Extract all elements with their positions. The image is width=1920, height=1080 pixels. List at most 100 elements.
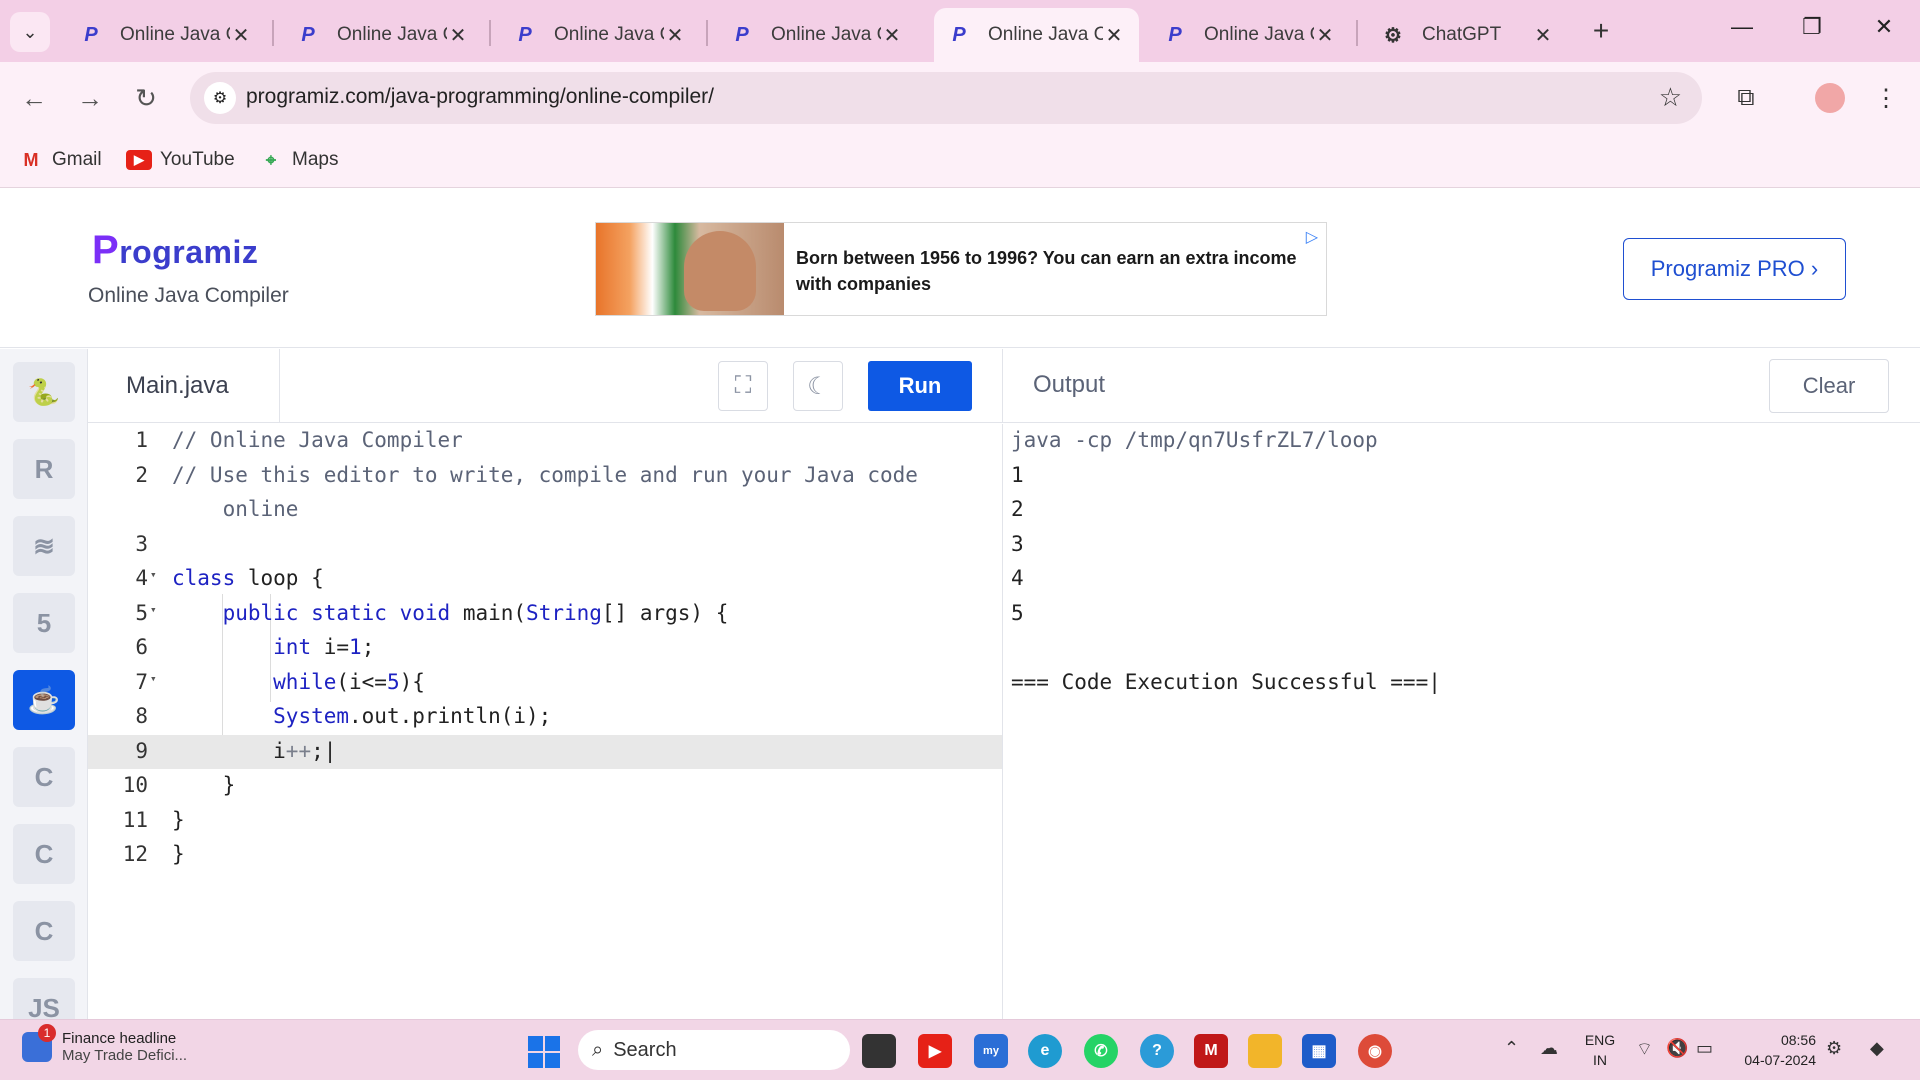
rail-item-html[interactable]: 5 bbox=[13, 593, 75, 653]
minimize-button[interactable]: — bbox=[1720, 14, 1764, 48]
code-line[interactable]: 11} bbox=[88, 804, 1002, 838]
rail-item-python[interactable]: 🐍 bbox=[13, 362, 75, 422]
code-line[interactable]: 12} bbox=[88, 838, 1002, 872]
browser-tab[interactable]: P Online Java C ✕ bbox=[717, 8, 917, 62]
clear-button[interactable]: Clear bbox=[1769, 359, 1889, 413]
close-tab-icon[interactable]: ✕ bbox=[447, 23, 469, 48]
mcafee-icon[interactable]: M bbox=[1194, 1034, 1228, 1068]
close-tab-icon[interactable]: ✕ bbox=[1103, 23, 1125, 48]
mylio-app-icon[interactable]: my bbox=[974, 1034, 1008, 1068]
extensions-icon[interactable]: ⧉ bbox=[1728, 80, 1764, 116]
rail-item-r[interactable]: R bbox=[13, 439, 75, 499]
tab-search-button[interactable]: ⌄ bbox=[10, 12, 50, 52]
fold-arrow-icon[interactable]: ▾ bbox=[150, 603, 157, 616]
dark-mode-button[interactable]: ☾ bbox=[793, 361, 843, 411]
ad-choices-icon[interactable]: ▷ bbox=[1306, 227, 1318, 247]
battery-icon[interactable]: ▭ bbox=[1696, 1038, 1713, 1059]
tray-chevron-icon[interactable]: ⌃ bbox=[1504, 1038, 1519, 1059]
fullscreen-button[interactable]: ⛶ bbox=[718, 361, 768, 411]
cpp-icon: C bbox=[34, 838, 54, 869]
bookmark-youtube[interactable]: ▶ YouTube bbox=[126, 144, 235, 176]
edge-icon[interactable]: e bbox=[1028, 1034, 1062, 1068]
taskbar-search[interactable]: ⌕ Search bbox=[578, 1030, 850, 1070]
advertisement-banner[interactable]: Born between 1956 to 1996? You can earn … bbox=[595, 222, 1327, 316]
code-line[interactable]: 8 System.out.println(i); bbox=[88, 700, 1002, 734]
code-line[interactable]: 9 i++;| bbox=[88, 734, 1002, 769]
java-icon: ☕ bbox=[27, 684, 61, 715]
run-button[interactable]: Run bbox=[868, 361, 972, 411]
menu-icon[interactable]: ⋮ bbox=[1868, 80, 1904, 116]
rail-item-sql[interactable]: ≋ bbox=[13, 516, 75, 576]
browser-tab[interactable]: ⚙ ChatGPT ✕ bbox=[1368, 8, 1568, 62]
code-line[interactable]: 1 // Online Java Compiler bbox=[88, 424, 1002, 458]
programiz-pro-button[interactable]: Programiz PRO › bbox=[1623, 238, 1846, 300]
notification-icon[interactable]: ⚙ bbox=[1826, 1038, 1842, 1059]
youtube-icon: ▶ bbox=[126, 150, 152, 170]
onedrive-icon[interactable]: ☁ bbox=[1540, 1038, 1558, 1059]
rail-item-java[interactable]: ☕ bbox=[13, 670, 75, 730]
browser-tab[interactable]: P Online Java C ✕ bbox=[934, 8, 1139, 62]
bookmark-star-icon[interactable]: ☆ bbox=[1659, 82, 1682, 113]
tab-title: Online Java C bbox=[771, 24, 881, 45]
reload-button[interactable]: ↻ bbox=[128, 80, 164, 116]
wifi-icon[interactable]: ⌔ bbox=[1636, 1038, 1653, 1061]
close-tab-icon[interactable]: ✕ bbox=[1314, 23, 1336, 48]
bookmark-maps[interactable]: ⌖ Maps bbox=[258, 144, 339, 176]
file-tab-main-java[interactable]: Main.java bbox=[88, 349, 280, 423]
browser-tab[interactable]: P Online Java C ✕ bbox=[1150, 8, 1350, 62]
forward-button[interactable]: → bbox=[72, 80, 108, 116]
rail-item-c[interactable]: C bbox=[13, 747, 75, 807]
whatsapp-icon[interactable]: ✆ bbox=[1084, 1034, 1118, 1068]
bookmark-gmail[interactable]: M Gmail bbox=[18, 144, 102, 176]
code-editor[interactable]: 1 // Online Java Compiler 2 // Use this edi… bbox=[88, 424, 1002, 1019]
start-button[interactable] bbox=[528, 1036, 560, 1068]
language-rail: 🐍 R ≋ 5 ☕ C C C JS bbox=[0, 349, 88, 1038]
close-tab-icon[interactable]: ✕ bbox=[881, 23, 903, 48]
store-icon[interactable]: ▦ bbox=[1302, 1034, 1336, 1068]
back-button[interactable]: ← bbox=[16, 80, 52, 116]
browser-tab[interactable]: P Online Java C ✕ bbox=[66, 8, 266, 62]
file-explorer-icon[interactable] bbox=[1248, 1034, 1282, 1068]
tab-title: Online Java C bbox=[1204, 24, 1314, 45]
code-line[interactable]: 4 ▾ class loop { bbox=[88, 562, 1002, 596]
rail-item-cpp[interactable]: C bbox=[13, 824, 75, 884]
news-widget[interactable]: 1 Finance headline May Trade Defici... bbox=[22, 1024, 187, 1064]
address-bar[interactable]: ⚙ programiz.com/java-programming/online-… bbox=[190, 72, 1702, 124]
volume-muted-icon[interactable]: 🔇 bbox=[1666, 1038, 1688, 1059]
programiz-logo[interactable]: Programiz bbox=[92, 228, 258, 273]
code-line[interactable]: 10 } bbox=[88, 769, 1002, 803]
close-tab-icon[interactable]: ✕ bbox=[664, 23, 686, 48]
youtube-app-icon[interactable]: ▶ bbox=[918, 1034, 952, 1068]
help-icon[interactable]: ? bbox=[1140, 1034, 1174, 1068]
code-line[interactable]: 7 ▾ while(i<=5){ bbox=[88, 666, 1002, 700]
code-line[interactable]: 2 // Use this editor to write, compile an… bbox=[88, 459, 1002, 493]
chrome-icon[interactable]: ◉ bbox=[1358, 1034, 1392, 1068]
c-icon: C bbox=[34, 761, 54, 792]
line-number: 4 bbox=[135, 566, 148, 590]
task-view-icon[interactable] bbox=[862, 1034, 896, 1068]
fold-arrow-icon[interactable]: ▾ bbox=[150, 672, 157, 685]
site-info-icon[interactable]: ⚙ bbox=[204, 82, 236, 114]
profile-avatar[interactable] bbox=[1815, 83, 1845, 113]
code-line[interactable]: 3 bbox=[88, 528, 1002, 562]
close-tab-icon[interactable]: ✕ bbox=[230, 23, 252, 48]
code-line[interactable]: 5 ▾ public static void main(String[] args… bbox=[88, 597, 1002, 631]
close-window-button[interactable]: ✕ bbox=[1862, 14, 1906, 48]
close-tab-icon[interactable]: ✕ bbox=[1532, 23, 1554, 48]
url-text[interactable]: programiz.com/java-programming/online-co… bbox=[246, 85, 714, 109]
code-line[interactable]: 6 int i=1; bbox=[88, 631, 1002, 665]
system-clock[interactable]: 08:56 04-07-2024 bbox=[1738, 1030, 1816, 1070]
browser-tab[interactable]: P Online Java C ✕ bbox=[500, 8, 700, 62]
bookmark-label: Gmail bbox=[52, 149, 102, 170]
copilot-icon[interactable]: ◆ bbox=[1870, 1038, 1884, 1059]
browser-tab[interactable]: P Online Java C ✕ bbox=[283, 8, 483, 62]
fold-arrow-icon[interactable]: ▾ bbox=[150, 568, 157, 581]
new-tab-button[interactable]: + bbox=[1585, 16, 1617, 48]
code-text: while(i<=5){ bbox=[273, 669, 425, 694]
restore-button[interactable]: ❐ bbox=[1790, 14, 1834, 48]
python-icon: 🐍 bbox=[27, 376, 61, 407]
rail-item-csharp[interactable]: C bbox=[13, 901, 75, 961]
input-language[interactable]: ENG IN bbox=[1584, 1030, 1616, 1070]
line-number: 5 bbox=[135, 600, 148, 625]
code-line[interactable]: online bbox=[88, 493, 1002, 527]
